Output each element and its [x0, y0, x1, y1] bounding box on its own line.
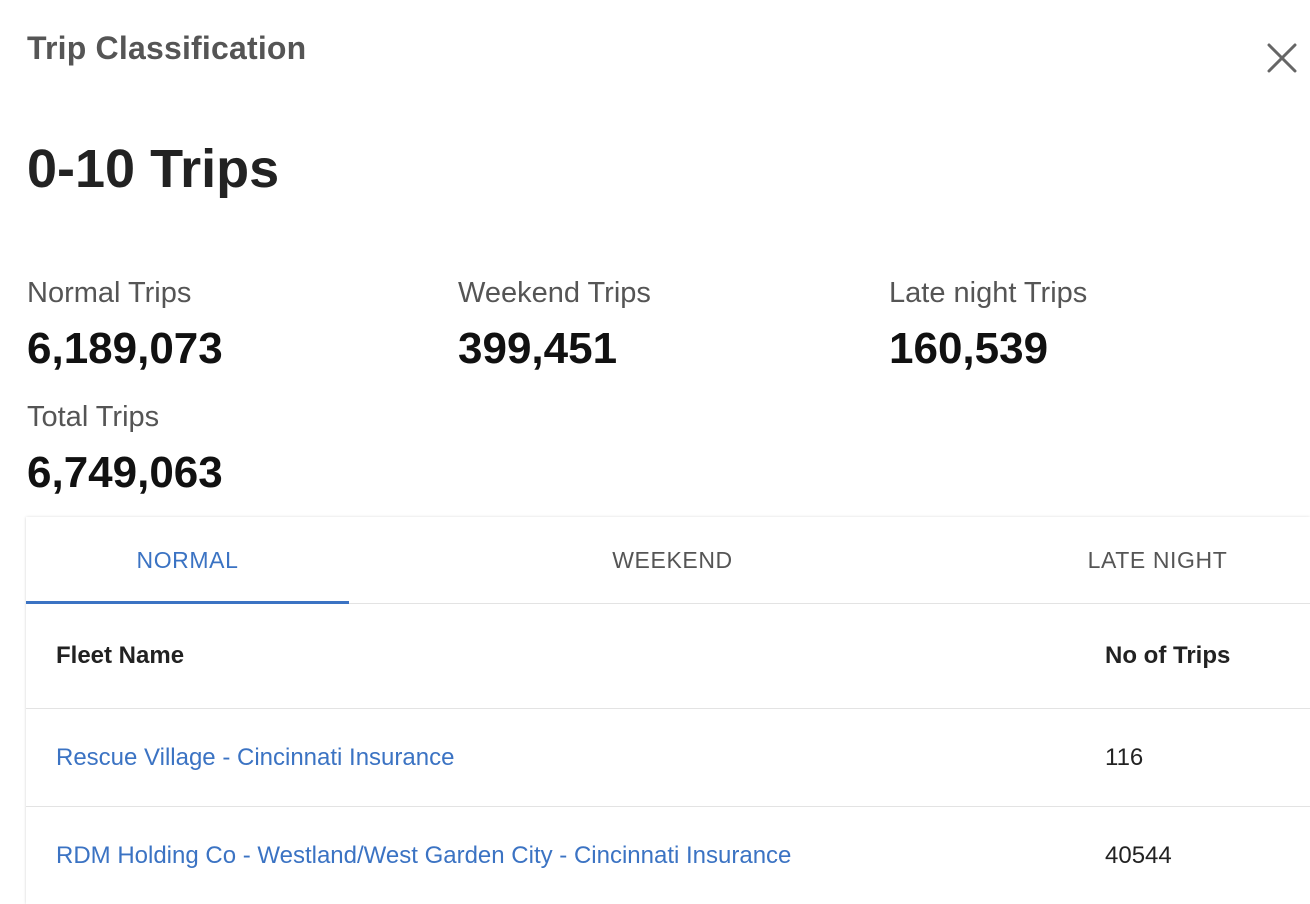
- tab-bar: NORMAL WEEKEND LATE NIGHT: [26, 517, 1310, 604]
- column-header-fleet-name[interactable]: Fleet Name: [56, 604, 184, 708]
- fleet-table: Fleet Name No of Trips Rescue Village - …: [26, 604, 1310, 904]
- tab-normal[interactable]: NORMAL: [26, 517, 349, 603]
- range-title: 0-10 Trips: [27, 139, 280, 199]
- stat-label: Normal Trips: [27, 277, 192, 309]
- close-button[interactable]: [1264, 40, 1300, 76]
- stat-label: Weekend Trips: [458, 277, 651, 309]
- stat-label: Total Trips: [27, 401, 160, 433]
- table-header-row: Fleet Name No of Trips: [26, 604, 1310, 709]
- close-icon: [1267, 43, 1297, 73]
- trip-classification-panel: Trip Classification 0-10 Trips Normal Tr…: [0, 0, 1310, 904]
- table-row: Rescue Village - Cincinnati Insurance 11…: [26, 709, 1310, 807]
- stat-late-night-trips: Late night Trips 160,539: [889, 275, 1087, 377]
- stat-value: 160,539: [889, 324, 1049, 373]
- stat-value: 6,749,063: [27, 448, 223, 497]
- fleet-name-link[interactable]: Rescue Village - Cincinnati Insurance: [56, 709, 454, 806]
- panel-title: Trip Classification: [27, 30, 307, 66]
- trip-count: 116: [1105, 743, 1144, 771]
- tab-late-night[interactable]: LATE NIGHT: [996, 517, 1310, 603]
- stat-label: Late night Trips: [889, 277, 1088, 309]
- table-row: RDM Holding Co - Westland/West Garden Ci…: [26, 807, 1310, 904]
- trip-count: 40544: [1105, 841, 1172, 869]
- tab-weekend[interactable]: WEEKEND: [511, 517, 834, 603]
- stat-value: 6,189,073: [27, 324, 223, 373]
- stat-value: 399,451: [458, 324, 618, 373]
- stat-weekend-trips: Weekend Trips 399,451: [458, 275, 651, 377]
- column-header-no-of-trips[interactable]: No of Trips: [1105, 604, 1230, 708]
- trips-table-card: NORMAL WEEKEND LATE NIGHT Fleet Name No …: [26, 517, 1310, 904]
- fleet-name-link[interactable]: RDM Holding Co - Westland/West Garden Ci…: [56, 807, 791, 904]
- stat-normal-trips: Normal Trips 6,189,073: [27, 275, 223, 377]
- stat-total-trips: Total Trips 6,749,063: [27, 399, 223, 501]
